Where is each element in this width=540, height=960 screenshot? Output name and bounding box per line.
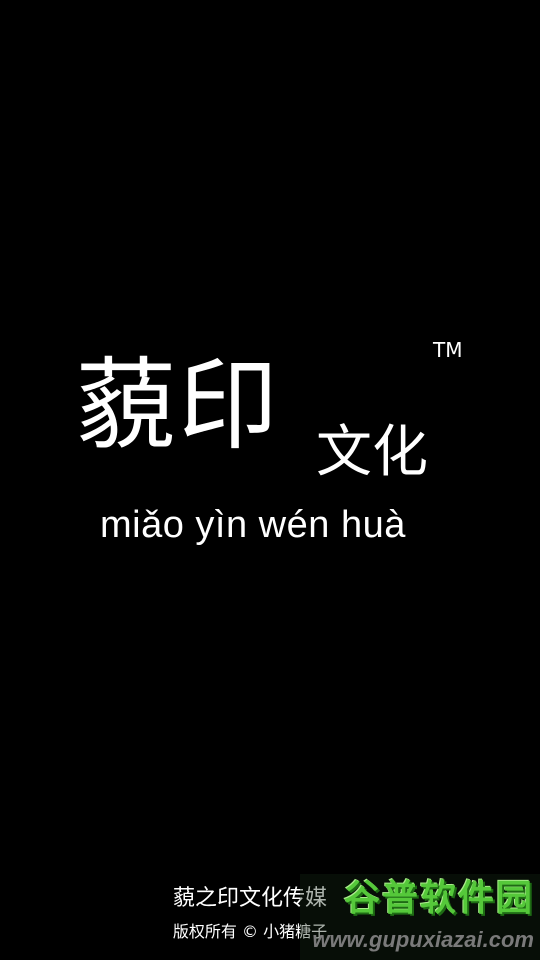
logo-sub-text: 文化 (316, 420, 428, 485)
watermark-title: 谷普软件园 (343, 878, 534, 919)
logo-main-text: 藐印 (76, 347, 280, 464)
watermark: 谷普软件园 www.gupuxiazai.com (300, 874, 540, 960)
brand-logo: 藐印 文化 TM (0, 0, 540, 960)
logo-pinyin: miǎo yìn wén huà (100, 504, 406, 546)
splash-screen: 藐印 文化 TM miǎo yìn wén huà 藐之印文化传媒 版权所有 ©… (0, 0, 540, 960)
watermark-url: www.gupuxiazai.com (312, 927, 534, 952)
trademark-symbol: TM (433, 338, 463, 362)
